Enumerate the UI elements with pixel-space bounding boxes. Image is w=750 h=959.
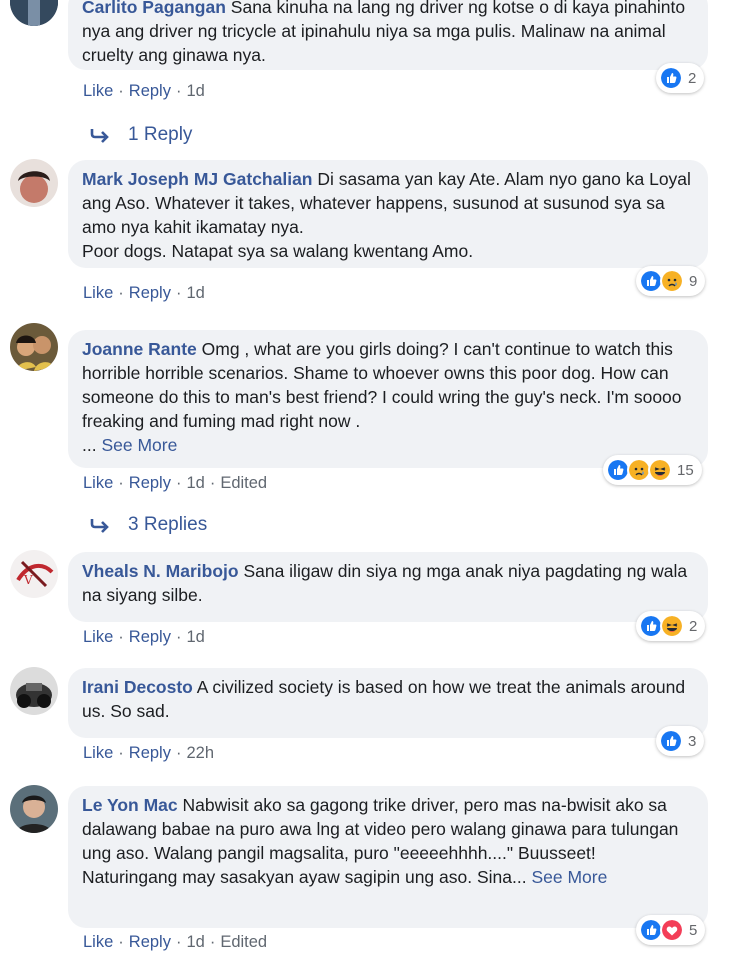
comment-timestamp[interactable]: 1d	[186, 933, 204, 951]
reaction-summary[interactable]: 2	[636, 611, 706, 641]
edited-label[interactable]: Edited	[220, 474, 267, 492]
comment-author[interactable]: Joanne Rante	[82, 339, 197, 359]
avatar-image	[10, 159, 58, 207]
reaction-count: 5	[689, 921, 698, 939]
comment-bubble: Irani Decosto A civilized society is bas…	[68, 668, 708, 738]
reaction-summary[interactable]: 3	[656, 726, 705, 756]
avatar-image	[10, 785, 58, 833]
reply-arrow-icon	[90, 129, 109, 143]
avatar[interactable]	[10, 323, 58, 371]
reaction-summary[interactable]: 2	[656, 63, 705, 93]
comment-author[interactable]: Mark Joseph MJ Gatchalian	[82, 169, 313, 189]
avatar-image	[10, 323, 58, 371]
haha-reaction-icon	[660, 614, 684, 638]
reaction-count: 15	[677, 461, 694, 479]
haha-reaction-icon	[648, 458, 672, 482]
reaction-count: 9	[689, 272, 698, 290]
view-replies-link[interactable]: 3 Replies	[90, 514, 207, 536]
reaction-count: 2	[688, 69, 697, 87]
comment-timestamp[interactable]: 1d	[186, 474, 204, 492]
view-replies-link[interactable]: 1 Reply	[90, 124, 192, 146]
comment-author[interactable]: Vheals N. Maribojo	[82, 561, 239, 581]
reply-button[interactable]: Reply	[129, 933, 171, 951]
comment-timestamp[interactable]: 22h	[186, 744, 214, 762]
replies-label: 3 Replies	[128, 514, 208, 535]
comment-bubble: Mark Joseph MJ Gatchalian Di sasama yan …	[68, 160, 708, 268]
like-button[interactable]: Like	[83, 474, 113, 492]
reply-button[interactable]: Reply	[129, 744, 171, 762]
avatar[interactable]	[10, 667, 58, 715]
comment-actions: Like · Reply · 22h	[83, 744, 214, 762]
see-more-link[interactable]: See More	[531, 867, 607, 887]
comment-bubble: Carlito Pagangan Sana kinuha na lang ng …	[68, 0, 708, 70]
reply-button[interactable]: Reply	[129, 82, 171, 100]
comment-actions: Like · Reply · 1d · Edited	[83, 933, 268, 951]
comment-actions: Like · Reply · 1d	[83, 82, 205, 100]
comment-timestamp[interactable]: 1d	[186, 628, 204, 646]
reply-button[interactable]: Reply	[129, 474, 171, 492]
comment-timestamp[interactable]: 1d	[186, 284, 204, 302]
ellipsis: ...	[82, 435, 97, 455]
comment-actions: Like · Reply · 1d · Edited	[83, 474, 268, 492]
like-button[interactable]: Like	[83, 744, 113, 762]
comment-author[interactable]: Le Yon Mac	[82, 795, 178, 815]
comment-actions: Like · Reply · 1d	[83, 284, 205, 302]
avatar-image: V	[10, 550, 58, 598]
avatar[interactable]	[10, 785, 58, 833]
like-button[interactable]: Like	[83, 933, 113, 951]
like-reaction-icon	[659, 66, 683, 90]
avatar[interactable]: V	[10, 550, 58, 598]
comment-text-line2: Poor dogs. Natapat sya sa walang kwentan…	[82, 241, 474, 261]
avatar[interactable]	[10, 0, 58, 26]
avatar-image	[10, 667, 58, 715]
see-more-link[interactable]: See More	[101, 435, 177, 455]
like-button[interactable]: Like	[83, 82, 113, 100]
comment-bubble: Vheals N. Maribojo Sana iligaw din siya …	[68, 552, 708, 622]
sad-reaction-icon	[660, 269, 684, 293]
reply-button[interactable]: Reply	[129, 628, 171, 646]
reply-button[interactable]: Reply	[129, 284, 171, 302]
reaction-summary[interactable]: 15	[603, 455, 702, 485]
love-reaction-icon	[660, 918, 684, 942]
svg-text:V: V	[23, 573, 33, 587]
comment-bubble: Le Yon Mac Nabwisit ako sa gagong trike …	[68, 786, 708, 928]
comment-author[interactable]: Irani Decosto	[82, 677, 193, 697]
comment-bubble: Joanne Rante Omg , what are you girls do…	[68, 330, 708, 468]
avatar-image	[10, 0, 58, 26]
comment-timestamp[interactable]: 1d	[186, 82, 204, 100]
comment-author[interactable]: Carlito Pagangan	[82, 0, 226, 17]
like-reaction-icon	[659, 729, 683, 753]
replies-label: 1 Reply	[128, 124, 193, 145]
comment-actions: Like · Reply · 1d	[83, 628, 205, 646]
like-button[interactable]: Like	[83, 628, 113, 646]
reaction-count: 2	[689, 617, 698, 635]
reaction-summary[interactable]: 5	[636, 915, 706, 945]
reaction-count: 3	[688, 732, 697, 750]
like-button[interactable]: Like	[83, 284, 113, 302]
reaction-summary[interactable]: 9	[636, 266, 706, 296]
avatar[interactable]	[10, 159, 58, 207]
edited-label[interactable]: Edited	[220, 933, 267, 951]
reply-arrow-icon	[90, 519, 109, 533]
